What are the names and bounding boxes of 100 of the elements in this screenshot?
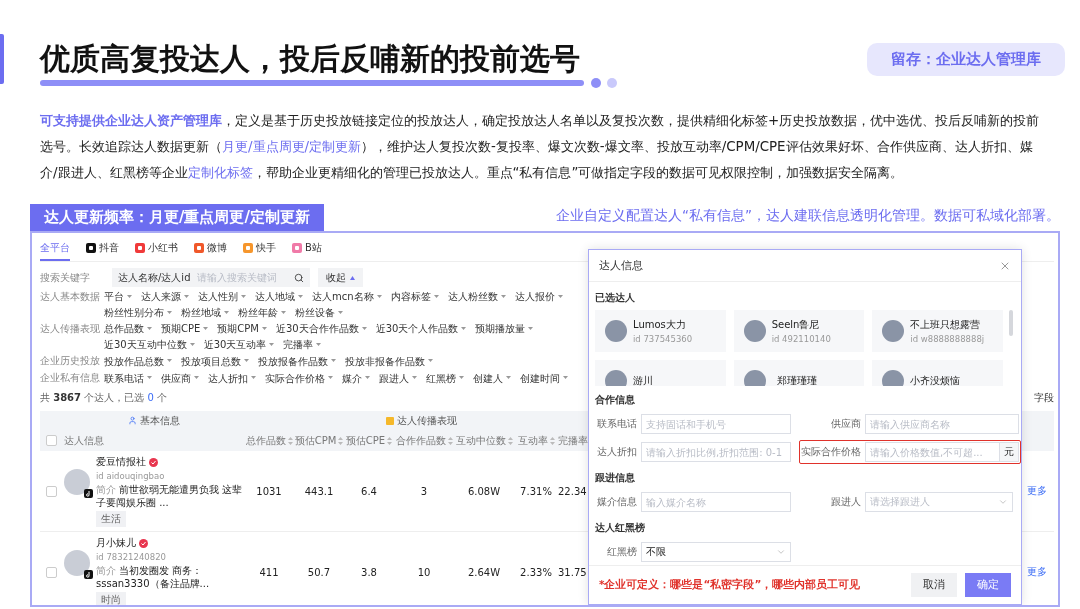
caret-icon	[331, 359, 336, 363]
filter-label: 达人传播表现	[40, 322, 101, 336]
verified-icon	[139, 538, 148, 548]
checkbox[interactable]	[46, 485, 57, 497]
filter-dropdown[interactable]: 平台	[104, 290, 132, 303]
avatar	[605, 370, 627, 386]
creator-id: id w8888888888j	[910, 334, 985, 344]
filter-dropdown[interactable]: 近30天互动中位数	[104, 338, 195, 351]
filter-dropdown[interactable]: 创建时间	[520, 371, 568, 385]
filter-label: 企业私有信息	[40, 371, 101, 385]
creator-card[interactable]: 游川	[595, 360, 726, 386]
column-header[interactable]: 互动中位数	[454, 430, 514, 451]
filter-dropdown[interactable]: 近30天互动率	[203, 338, 275, 351]
caret-icon	[189, 342, 195, 347]
filter-dropdown[interactable]: 达人mcn名称	[312, 290, 382, 303]
checkbox[interactable]	[46, 566, 57, 578]
filter-dropdown[interactable]: 联系电话	[104, 371, 152, 385]
creator-card[interactable]: Seeln鲁尼 id 492110140	[733, 310, 865, 352]
filter-dropdown[interactable]: 达人地域	[255, 290, 303, 303]
input-field[interactable]: 输入媒介名称	[641, 492, 791, 512]
table-cell: 3	[420, 485, 428, 497]
more-link[interactable]: 更多	[1027, 484, 1047, 498]
collapse-button[interactable]: 收起	[318, 268, 363, 287]
input-field[interactable]: 请输入供应商名称	[865, 414, 1019, 434]
creator-card[interactable]: Lumos大力 id 737545360	[595, 310, 726, 352]
table-cell: 6.08W	[467, 485, 501, 497]
filter-dropdown[interactable]: 跟进人	[379, 371, 417, 385]
filter-dropdown[interactable]: 粉丝性别分布	[104, 306, 172, 319]
column-header[interactable]: 互动率	[514, 430, 558, 451]
confirm-button[interactable]: 确定	[965, 573, 1011, 597]
scrollbar[interactable]	[1009, 310, 1013, 336]
input-field[interactable]: 请输入价格数值,不可超... 元	[865, 442, 1019, 462]
column-header[interactable]: 预估CPM	[294, 430, 344, 451]
platform-icon	[135, 243, 145, 253]
more-link[interactable]: 更多	[1027, 565, 1047, 579]
platform-tab[interactable]: 微博	[194, 239, 227, 261]
creator-name: _郑瑾瑾瑾	[771, 374, 817, 386]
sort-icon	[287, 436, 293, 445]
filter-dropdown[interactable]: 实际合作价格	[265, 371, 333, 385]
filter-dropdown[interactable]: 投放非报备作品数	[345, 354, 433, 368]
caret-icon	[365, 376, 370, 380]
sort-icon	[507, 436, 513, 445]
filter-dropdown[interactable]: 预期CPM	[217, 322, 267, 335]
filter-dropdown[interactable]: 达人性别	[198, 290, 246, 303]
filter-dropdown[interactable]: 粉丝设备	[295, 306, 343, 319]
checkbox[interactable]	[46, 435, 57, 446]
creator-card[interactable]: 不上班只想露营 id w8888888888j	[872, 310, 1003, 352]
filter-dropdown[interactable]: 达人来源	[141, 290, 189, 303]
table-cell: 50.7	[307, 566, 331, 578]
caret-icon	[557, 294, 563, 299]
creator-card[interactable]: _郑瑾瑾瑾	[733, 360, 865, 386]
input-field[interactable]: 支持固话和手机号	[641, 414, 791, 434]
platform-tab[interactable]: 小红书	[135, 239, 178, 261]
filter-dropdown[interactable]: 投放项目总数	[181, 354, 249, 368]
sort-icon	[447, 436, 453, 445]
select-field[interactable]: 不限	[641, 542, 791, 562]
filter-dropdown[interactable]: 达人粉丝数	[447, 290, 506, 303]
filter-dropdown[interactable]: 投放报备作品数	[258, 354, 336, 368]
avatar	[882, 370, 905, 386]
content-tag: 时尚	[96, 592, 126, 605]
column-label: 完播率	[558, 433, 589, 448]
table-cell: 2.33%	[520, 566, 552, 578]
caret-icon	[338, 310, 343, 315]
column-header[interactable]: 总作品数	[244, 430, 294, 451]
platform-tab[interactable]: 快手	[243, 239, 276, 261]
section-title: 已选达人	[595, 291, 636, 305]
platform-tab[interactable]: 抖音	[86, 239, 119, 261]
search-scope[interactable]: 达人名称/达人id	[118, 270, 191, 285]
filter-dropdown[interactable]: 供应商	[161, 371, 199, 385]
filter-dropdown[interactable]: 投放作品总数	[104, 354, 172, 368]
platform-icon	[194, 243, 204, 253]
fields-link[interactable]: 字段	[1034, 391, 1054, 405]
caret-icon	[184, 294, 189, 299]
section-title: 合作信息	[595, 393, 636, 407]
filter-dropdown[interactable]: 达人报价	[514, 290, 563, 303]
filter-dropdown[interactable]: 内容标签	[390, 290, 439, 303]
field-label: 达人折扣	[597, 445, 637, 459]
column-header[interactable]: 合作作品数	[394, 430, 454, 451]
filter-dropdown[interactable]: 总作品数	[104, 322, 152, 335]
filter-dropdown[interactable]: 预期CPE	[161, 322, 209, 335]
filter-dropdown[interactable]: 创建人	[473, 371, 511, 385]
filter-dropdown[interactable]: 红黑榜	[426, 371, 464, 385]
creator-card[interactable]: 小齐没烦恼	[872, 360, 1003, 386]
filter-dropdown[interactable]: 近30天个人作品数	[375, 322, 467, 335]
filter-dropdown[interactable]: 完播率	[283, 338, 322, 351]
cancel-button[interactable]: 取消	[911, 573, 957, 597]
filter-dropdown[interactable]: 达人折扣	[208, 371, 256, 385]
input-field[interactable]: 请输入折扣比例,折扣范围: 0-1	[641, 442, 791, 462]
content-tag: 生活	[96, 511, 126, 527]
filter-dropdown[interactable]: 粉丝年龄	[238, 306, 286, 319]
filter-label: 搜索关键字	[40, 270, 91, 285]
filter-dropdown[interactable]: 媒介	[342, 371, 370, 385]
filter-dropdown[interactable]: 近30天合作作品数	[276, 322, 367, 335]
platform-tab[interactable]: 全平台	[40, 239, 70, 261]
column-header[interactable]: 预估CPE	[344, 430, 394, 451]
caret-icon	[459, 376, 464, 380]
platform-tab[interactable]: B站	[292, 239, 322, 261]
filter-dropdown[interactable]: 粉丝地域	[181, 306, 229, 319]
filter-dropdown[interactable]: 预期播放量	[475, 322, 534, 335]
caret-icon	[147, 326, 152, 331]
